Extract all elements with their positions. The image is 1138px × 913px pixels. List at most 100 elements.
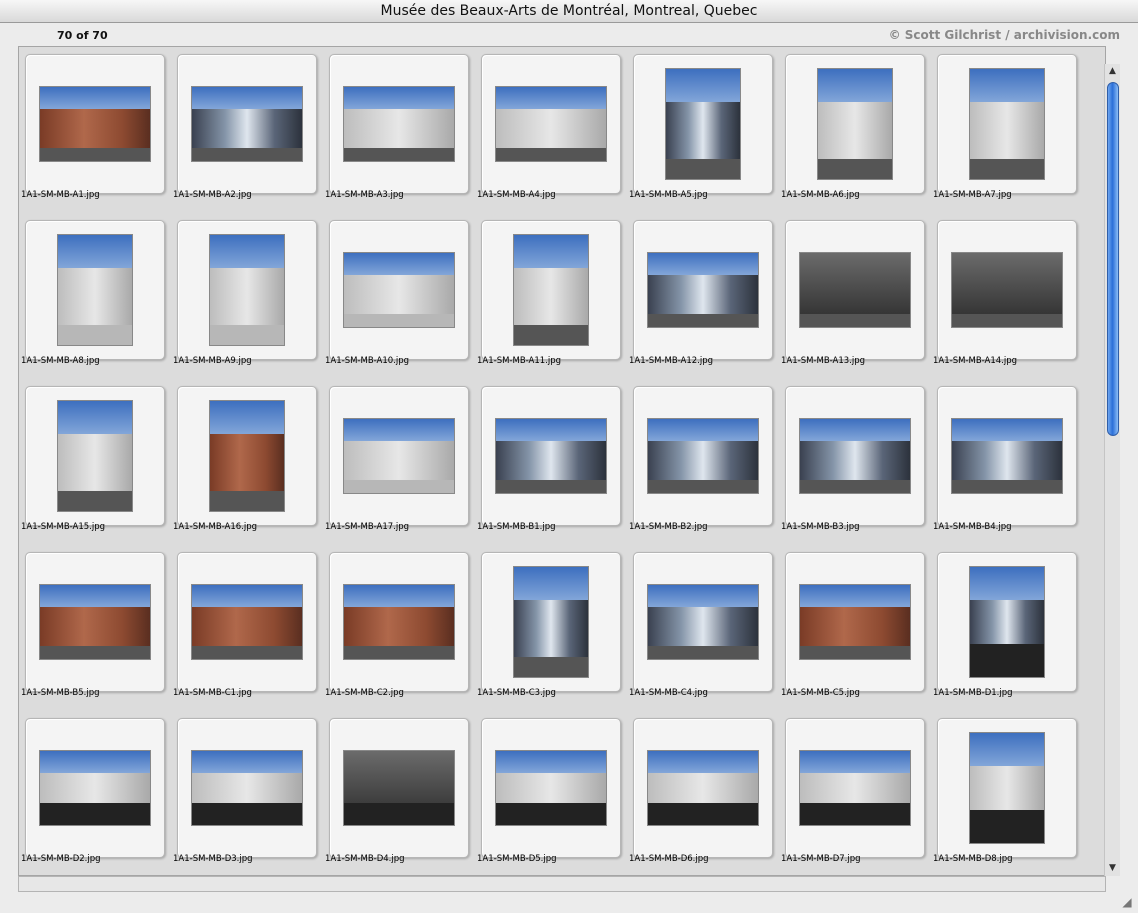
slide-frame[interactable] xyxy=(937,552,1077,692)
slide-frame[interactable] xyxy=(177,718,317,858)
slide-frame[interactable] xyxy=(481,54,621,194)
slide-frame[interactable] xyxy=(937,386,1077,526)
thumbnail-image[interactable] xyxy=(647,750,759,826)
thumbnail-image[interactable] xyxy=(343,750,455,826)
slide-frame[interactable] xyxy=(177,552,317,692)
slide-frame[interactable] xyxy=(25,552,165,692)
slide-frame[interactable] xyxy=(481,220,621,360)
thumbnail-cell[interactable]: 1A1-SM-MB-A15.jpg xyxy=(19,379,171,545)
horizontal-scrollbar[interactable] xyxy=(18,876,1106,892)
slide-frame[interactable] xyxy=(633,718,773,858)
thumbnail-cell[interactable]: 1A1-SM-MB-A3.jpg xyxy=(323,47,475,213)
thumbnail-cell[interactable]: 1A1-SM-MB-D3.jpg xyxy=(171,711,323,875)
thumbnail-cell[interactable]: 1A1-SM-MB-C3.jpg xyxy=(475,545,627,711)
thumbnail-cell[interactable]: 1A1-SM-MB-A1.jpg xyxy=(19,47,171,213)
thumbnail-image[interactable] xyxy=(39,584,151,660)
thumbnail-image[interactable] xyxy=(647,252,759,328)
thumbnail-cell[interactable]: 1A1-SM-MB-D1.jpg xyxy=(931,545,1083,711)
thumbnail-image[interactable] xyxy=(647,418,759,494)
thumbnail-cell[interactable]: 1A1-SM-MB-D6.jpg xyxy=(627,711,779,875)
thumbnail-image[interactable] xyxy=(495,750,607,826)
thumbnail-image[interactable] xyxy=(343,584,455,660)
thumbnail-image[interactable] xyxy=(817,68,893,180)
thumbnail-image[interactable] xyxy=(951,252,1063,328)
slide-frame[interactable] xyxy=(329,552,469,692)
thumbnail-cell[interactable]: 1A1-SM-MB-B4.jpg xyxy=(931,379,1083,545)
thumbnail-cell[interactable]: 1A1-SM-MB-A11.jpg xyxy=(475,213,627,379)
thumbnail-image[interactable] xyxy=(191,750,303,826)
thumbnail-image[interactable] xyxy=(495,418,607,494)
thumbnail-image[interactable] xyxy=(209,400,285,512)
slide-frame[interactable] xyxy=(481,552,621,692)
slide-frame[interactable] xyxy=(785,552,925,692)
scroll-up-icon[interactable]: ▲ xyxy=(1107,65,1118,77)
thumbnail-image[interactable] xyxy=(57,400,133,512)
resize-grip-icon[interactable]: ◢ xyxy=(1120,895,1134,909)
thumbnail-image[interactable] xyxy=(513,234,589,346)
thumbnail-image[interactable] xyxy=(647,584,759,660)
slide-frame[interactable] xyxy=(25,220,165,360)
thumbnail-cell[interactable]: 1A1-SM-MB-A12.jpg xyxy=(627,213,779,379)
thumbnail-image[interactable] xyxy=(665,68,741,180)
thumbnail-image[interactable] xyxy=(209,234,285,346)
slide-frame[interactable] xyxy=(25,718,165,858)
slide-frame[interactable] xyxy=(329,386,469,526)
slide-frame[interactable] xyxy=(633,220,773,360)
slide-frame[interactable] xyxy=(785,386,925,526)
slide-frame[interactable] xyxy=(481,718,621,858)
thumbnail-image[interactable] xyxy=(969,732,1045,844)
thumbnail-cell[interactable]: 1A1-SM-MB-A13.jpg xyxy=(779,213,931,379)
thumbnail-cell[interactable]: 1A1-SM-MB-A9.jpg xyxy=(171,213,323,379)
thumbnail-cell[interactable]: 1A1-SM-MB-A10.jpg xyxy=(323,213,475,379)
thumbnail-image[interactable] xyxy=(191,584,303,660)
thumbnail-image[interactable] xyxy=(39,86,151,162)
thumbnail-image[interactable] xyxy=(343,86,455,162)
slide-frame[interactable] xyxy=(481,386,621,526)
thumbnail-cell[interactable]: 1A1-SM-MB-A16.jpg xyxy=(171,379,323,545)
thumbnail-cell[interactable]: 1A1-SM-MB-C2.jpg xyxy=(323,545,475,711)
thumbnail-cell[interactable]: 1A1-SM-MB-D5.jpg xyxy=(475,711,627,875)
slide-frame[interactable] xyxy=(177,220,317,360)
thumbnail-cell[interactable]: 1A1-SM-MB-A4.jpg xyxy=(475,47,627,213)
thumbnail-image[interactable] xyxy=(343,418,455,494)
thumbnail-cell[interactable]: 1A1-SM-MB-A2.jpg xyxy=(171,47,323,213)
thumbnail-cell[interactable]: 1A1-SM-MB-A7.jpg xyxy=(931,47,1083,213)
thumbnail-cell[interactable]: 1A1-SM-MB-B2.jpg xyxy=(627,379,779,545)
thumbnail-cell[interactable]: 1A1-SM-MB-A5.jpg xyxy=(627,47,779,213)
slide-frame[interactable] xyxy=(329,54,469,194)
slide-frame[interactable] xyxy=(329,718,469,858)
thumbnail-image[interactable] xyxy=(951,418,1063,494)
thumbnail-cell[interactable]: 1A1-SM-MB-A8.jpg xyxy=(19,213,171,379)
thumbnail-image[interactable] xyxy=(969,68,1045,180)
thumbnail-image[interactable] xyxy=(39,750,151,826)
thumbnail-image[interactable] xyxy=(799,418,911,494)
thumbnail-cell[interactable]: 1A1-SM-MB-B1.jpg xyxy=(475,379,627,545)
thumbnail-cell[interactable]: 1A1-SM-MB-D7.jpg xyxy=(779,711,931,875)
slide-frame[interactable] xyxy=(937,54,1077,194)
thumbnail-cell[interactable]: 1A1-SM-MB-A17.jpg xyxy=(323,379,475,545)
slide-frame[interactable] xyxy=(25,386,165,526)
thumbnail-cell[interactable]: 1A1-SM-MB-B5.jpg xyxy=(19,545,171,711)
scroll-down-icon[interactable]: ▼ xyxy=(1107,862,1118,874)
scrollbar-thumb[interactable] xyxy=(1107,82,1119,436)
thumbnail-cell[interactable]: 1A1-SM-MB-C4.jpg xyxy=(627,545,779,711)
thumbnail-image[interactable] xyxy=(495,86,607,162)
slide-frame[interactable] xyxy=(785,54,925,194)
thumbnail-cell[interactable]: 1A1-SM-MB-D8.jpg xyxy=(931,711,1083,875)
thumbnail-cell[interactable]: 1A1-SM-MB-D4.jpg xyxy=(323,711,475,875)
thumbnail-cell[interactable]: 1A1-SM-MB-A6.jpg xyxy=(779,47,931,213)
slide-frame[interactable] xyxy=(633,386,773,526)
slide-frame[interactable] xyxy=(177,54,317,194)
slide-frame[interactable] xyxy=(785,718,925,858)
slide-frame[interactable] xyxy=(633,54,773,194)
thumbnail-cell[interactable]: 1A1-SM-MB-B3.jpg xyxy=(779,379,931,545)
slide-frame[interactable] xyxy=(25,54,165,194)
thumbnail-image[interactable] xyxy=(799,252,911,328)
thumbnail-image[interactable] xyxy=(191,86,303,162)
thumbnail-cell[interactable]: 1A1-SM-MB-C1.jpg xyxy=(171,545,323,711)
thumbnail-cell[interactable]: 1A1-SM-MB-D2.jpg xyxy=(19,711,171,875)
thumbnail-image[interactable] xyxy=(799,584,911,660)
slide-frame[interactable] xyxy=(177,386,317,526)
thumbnail-image[interactable] xyxy=(57,234,133,346)
slide-frame[interactable] xyxy=(937,220,1077,360)
